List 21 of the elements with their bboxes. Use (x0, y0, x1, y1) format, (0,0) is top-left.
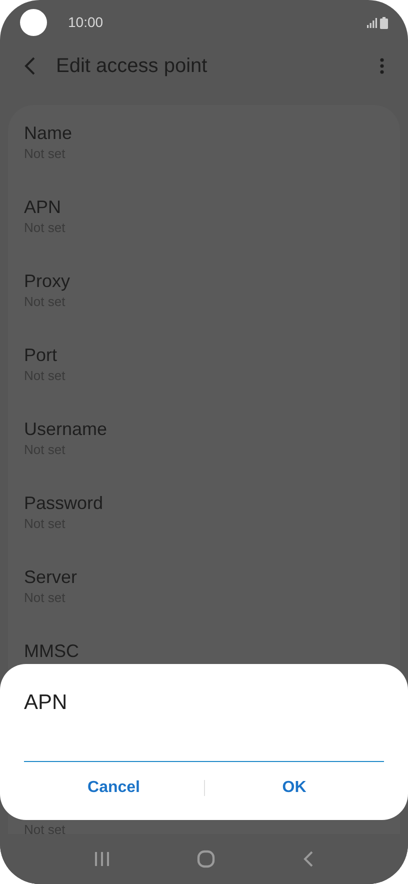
recent-apps-icon[interactable] (94, 851, 110, 867)
setting-title[interactable]: Name (24, 121, 384, 145)
battery-icon (380, 16, 388, 28)
back-icon[interactable] (24, 57, 36, 75)
setting-title[interactable]: APN (24, 195, 384, 219)
signal-icon (367, 18, 377, 28)
setting-title[interactable]: MMSC (24, 639, 384, 663)
setting-title[interactable]: Proxy (24, 269, 384, 293)
dialog-button[interactable]: OK (204, 768, 384, 808)
home-icon[interactable] (196, 850, 215, 868)
back-icon[interactable] (302, 850, 314, 868)
setting-title[interactable]: Username (24, 417, 384, 441)
more-options-icon[interactable] (380, 58, 384, 74)
setting-title[interactable]: Server (24, 565, 384, 589)
setting-title[interactable]: Password (24, 491, 384, 515)
setting-title[interactable]: Port (24, 343, 384, 367)
dialog-button[interactable]: Cancel (24, 768, 204, 808)
page-title: Edit access point (56, 54, 208, 79)
status-time: 10:00 (68, 13, 104, 32)
camera-cutout (20, 9, 47, 36)
dialog-title: APN (24, 690, 68, 716)
